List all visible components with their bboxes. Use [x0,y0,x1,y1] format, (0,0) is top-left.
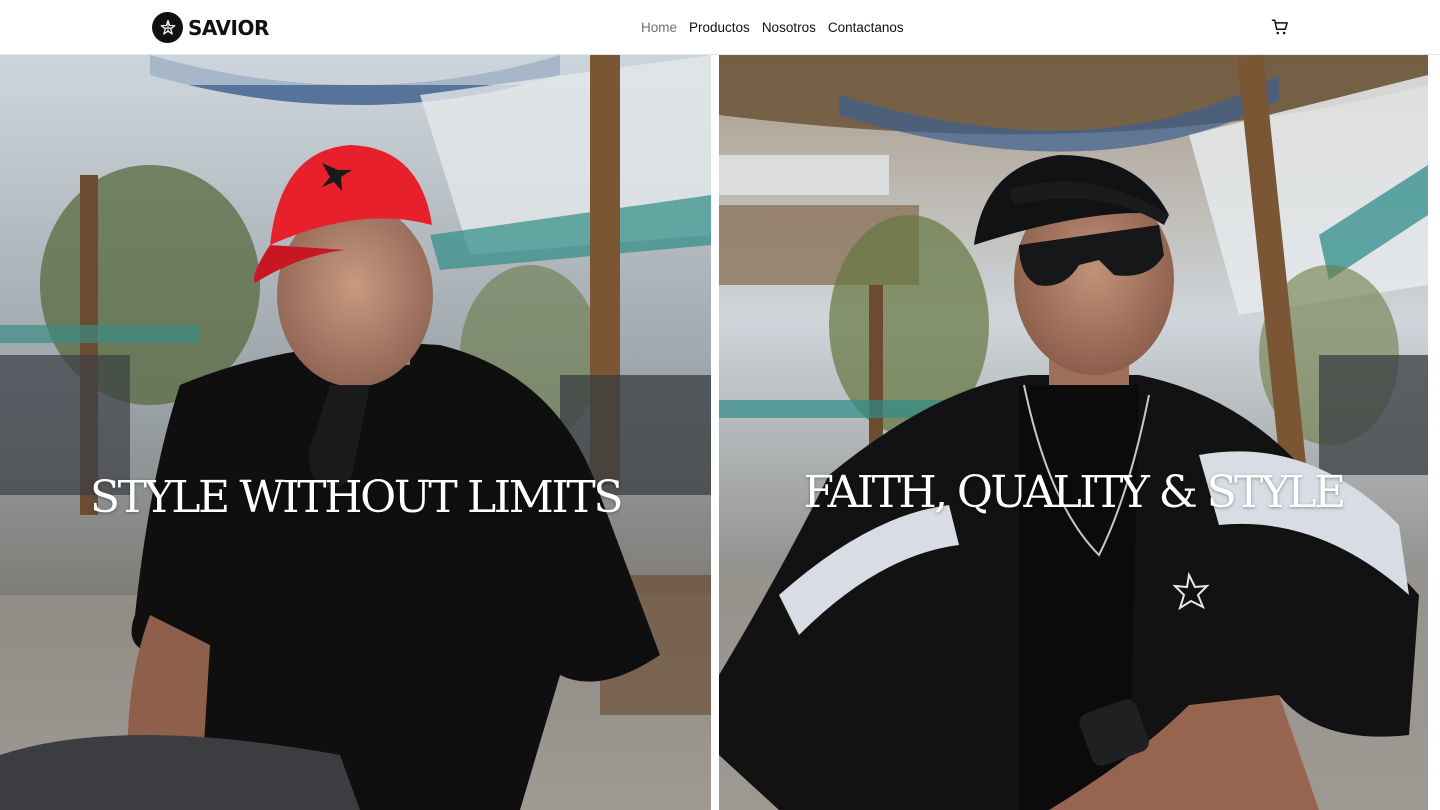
hero-section: STYLE WITHOUT LIMITS FAITH, QUALITY & ST… [0,55,1440,810]
nav-item-nosotros[interactable]: Nosotros [762,19,816,36]
nav-item-contactanos[interactable]: Contactanos [828,19,904,36]
nav-item-home[interactable]: Home [641,19,677,36]
cart-icon[interactable] [1271,18,1289,36]
brand-logo[interactable]: SAVIOR [152,12,269,43]
brand-name: SAVIOR [188,15,269,40]
hero-photo-right [719,55,1428,810]
star-icon [152,12,183,43]
hero-title-right: FAITH, QUALITY & STYLE [803,467,1347,518]
site-header: SAVIOR Home Productos Nosotros Contactan… [0,0,1440,55]
hero-panel-left[interactable]: STYLE WITHOUT LIMITS [0,55,711,810]
main-nav: Home Productos Nosotros Contactanos [641,19,916,36]
hero-title-left: STYLE WITHOUT LIMITS [89,472,624,523]
hero-photo-left [0,55,711,810]
nav-item-productos[interactable]: Productos [689,19,750,36]
hero-panel-right[interactable]: FAITH, QUALITY & STYLE [719,55,1428,810]
